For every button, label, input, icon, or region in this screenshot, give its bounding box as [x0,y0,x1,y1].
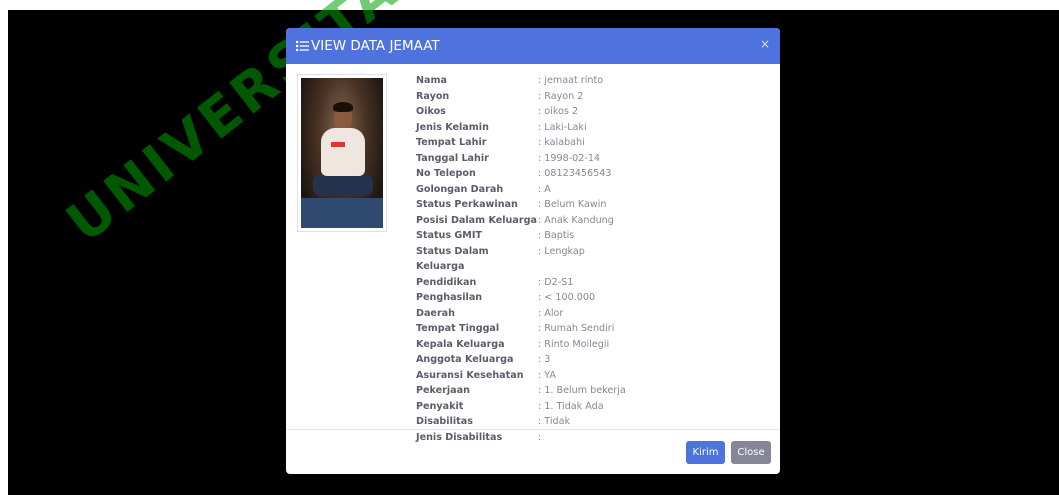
detail-value: : Belum Kawin [538,199,607,210]
detail-label: Nama [416,75,447,86]
detail-value: : A [538,183,551,195]
detail-label: Anggota Keluarga [416,354,514,365]
detail-row: Tempat Lahir : kalabahi [416,135,626,151]
detail-label: Golongan Darah [416,183,504,195]
detail-label: Pekerjaan [416,385,470,396]
detail-value: : Lengkap [538,245,585,257]
detail-row: Asuransi Kesehatan : YA [416,368,626,384]
detail-row: Daerah : Alor [416,306,626,322]
modal-footer: Kirim Close [286,429,780,474]
detail-row: Pekerjaan : 1. Belum bekerja [416,383,626,399]
detail-label: Asuransi Kesehatan [416,369,524,381]
detail-label: Tempat Tinggal [416,323,500,334]
detail-row: Disabilitas : Tidak [416,414,626,430]
profile-photo-frame [297,74,387,232]
detail-label: Status Dalam Keluarga [416,245,489,273]
detail-label: Status Perkawinan [416,199,518,210]
detail-value: : Tidak [538,416,571,427]
detail-label: Oikos [416,106,446,117]
detail-label: Posisi Dalam Keluarga [416,214,537,226]
detail-row: Posisi Dalam Keluarga: Anak Kandung [416,213,626,229]
detail-row: Kepala Keluarga : Rinto Moilegii [416,337,626,353]
detail-row: Penghasilan : < 100.000 [416,290,626,306]
detail-row: Status Perkawinan : Belum Kawin [416,197,626,213]
detail-label: Pendidikan [416,276,477,288]
detail-value: : oikos 2 [538,106,579,117]
detail-row: Status Dalam Keluarga : Lengkap [416,244,626,275]
close-icon[interactable]: × [760,37,770,51]
detail-row: No Telepon : 08123456543 [416,166,626,182]
detail-label: Penyakit [416,400,464,412]
detail-value: : 1. Tidak Ada [538,400,604,412]
detail-label: Kepala Keluarga [416,338,505,350]
detail-label: Penghasilan [416,292,483,303]
detail-value: : Rayon 2 [538,90,584,102]
detail-row: Anggota Keluarga : 3 [416,352,626,368]
detail-value: : D2-S1 [538,276,574,288]
kirim-button[interactable]: Kirim [686,440,725,464]
detail-value: : Laki-Laki [538,121,587,133]
detail-row: Pendidikan : D2-S1 [416,275,626,291]
detail-value: : < 100.000 [538,292,596,303]
detail-label: Disabilitas [416,416,473,427]
detail-value: : kalabahi [538,137,585,148]
detail-value: : jemaat rinto [538,75,604,86]
detail-row: Tempat Tinggal : Rumah Sendiri [416,321,626,337]
detail-label: Tanggal Lahir [416,152,489,164]
detail-row: Nama : jemaat rinto [416,73,626,89]
detail-value: : Baptis [538,230,575,241]
detail-row: Tanggal Lahir : 1998-02-14 [416,151,626,167]
detail-label: Daerah [416,307,455,319]
detail-label: Jenis Kelamin [416,121,489,133]
detail-value: : Anak Kandung [538,214,614,226]
list-icon [296,40,309,52]
detail-value: : 1998-02-14 [538,152,601,164]
detail-row: Status GMIT : Baptis [416,228,626,244]
detail-value: : Alor [538,307,564,319]
modal-body: Nama : jemaat rinto Rayon : Rayon 2 Oikos : o… [286,64,780,443]
detail-row: Oikos : oikos 2 [416,104,626,120]
modal-title: VIEW DATA JEMAAT [311,38,440,54]
detail-value: : YA [538,369,556,381]
profile-photo [301,78,383,228]
detail-value: : 1. Belum bekerja [538,385,626,396]
detail-row: Rayon : Rayon 2 [416,89,626,105]
detail-list: Nama : jemaat rinto Rayon : Rayon 2 Oikos : o… [416,73,626,445]
detail-label: Rayon [416,90,450,102]
detail-label: Status GMIT [416,230,482,241]
detail-value: : Rinto Moilegii [538,338,610,350]
detail-row: Golongan Darah : A [416,182,626,198]
detail-value: : 08123456543 [538,168,612,179]
detail-row: Penyakit : 1. Tidak Ada [416,399,626,415]
detail-label: Tempat Lahir [416,137,487,148]
detail-label: No Telepon [416,168,476,179]
detail-value: : Rumah Sendiri [538,323,615,334]
view-data-modal: VIEW DATA JEMAAT × Nama : jemaat rinto Ray… [286,28,780,474]
modal-header: VIEW DATA JEMAAT × [286,28,780,64]
detail-row: Jenis Kelamin : Laki-Laki [416,120,626,136]
close-button[interactable]: Close [731,440,771,464]
detail-value: : 3 [538,354,551,365]
